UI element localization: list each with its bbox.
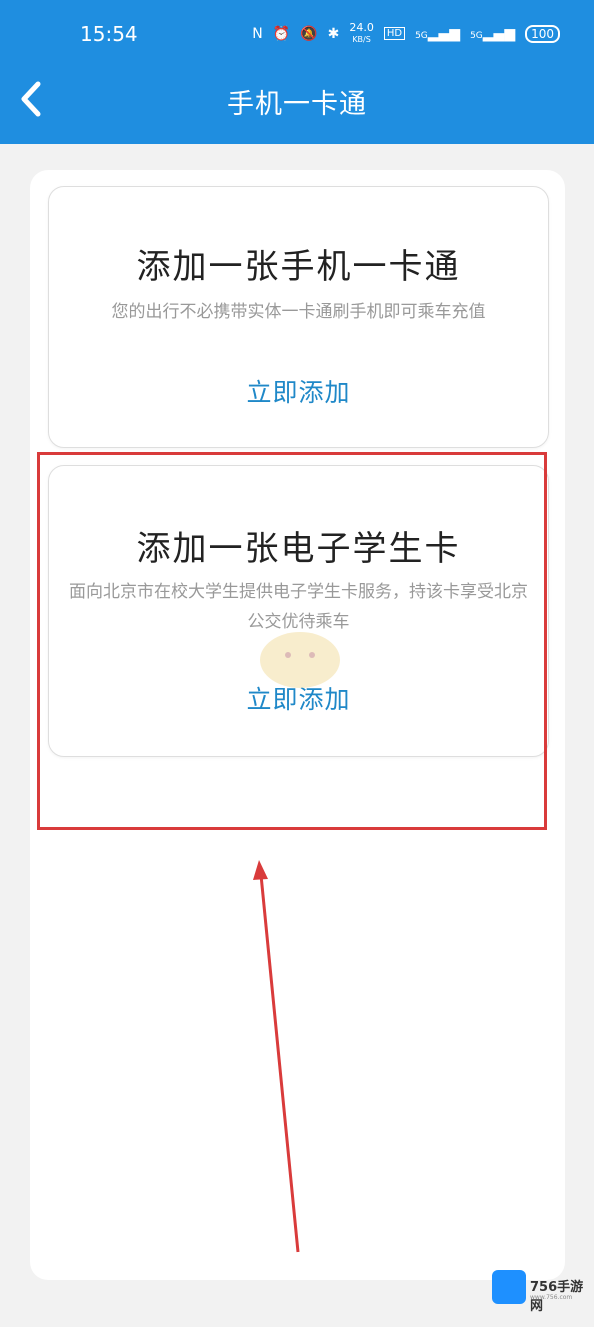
watermark-sub: www.756.com — [530, 1294, 573, 1301]
status-icons: N ⏰ 🔕 ✱ 24.0 KB/S HD 5G▂▄▆ 5G▂▄▆ 100 — [252, 22, 560, 45]
nfc-icon: N — [252, 25, 263, 42]
add-student-card-option[interactable]: 添加一张电子学生卡 面向北京市在校大学生提供电子学生卡服务，持该卡享受北京公交优… — [48, 465, 549, 757]
status-time: 15:54 — [80, 22, 138, 46]
card-title: 添加一张手机一卡通 — [136, 247, 461, 287]
card-title: 添加一张电子学生卡 — [136, 529, 461, 569]
card-description: 您的出行不必携带实体一卡通刷手机即可乘车充值 — [111, 302, 486, 322]
signal-label-2: 5G — [470, 30, 483, 41]
bluetooth-icon: ✱ — [327, 25, 340, 42]
signal-icon-1: 5G▂▄▆ — [415, 25, 461, 42]
mascot-watermark — [260, 632, 340, 688]
app-bar: 手机一卡通 — [0, 58, 594, 144]
add-now-button[interactable]: 立即添加 — [49, 373, 548, 409]
watermark-logo-icon — [492, 1270, 526, 1304]
add-transit-card-option[interactable]: 添加一张手机一卡通 您的出行不必携带实体一卡通刷手机即可乘车充值 立即添加 — [48, 186, 549, 448]
speed-value: 24.0 — [349, 21, 374, 34]
battery-icon: 100 — [525, 24, 560, 43]
network-speed: 24.0 KB/S — [349, 22, 374, 45]
alarm-icon: ⏰ — [272, 25, 291, 42]
status-bar: 15:54 N ⏰ 🔕 ✱ 24.0 KB/S HD 5G▂▄▆ 5G▂▄▆ 1… — [0, 0, 594, 58]
signal-label-1: 5G — [415, 30, 428, 41]
speed-unit: KB/S — [352, 35, 371, 44]
mute-icon: 🔕 — [300, 25, 318, 42]
signal-icon-2: 5G▂▄▆ — [470, 25, 516, 42]
page-title: 手机一卡通 — [227, 89, 367, 120]
hd-icon: HD — [383, 27, 406, 40]
